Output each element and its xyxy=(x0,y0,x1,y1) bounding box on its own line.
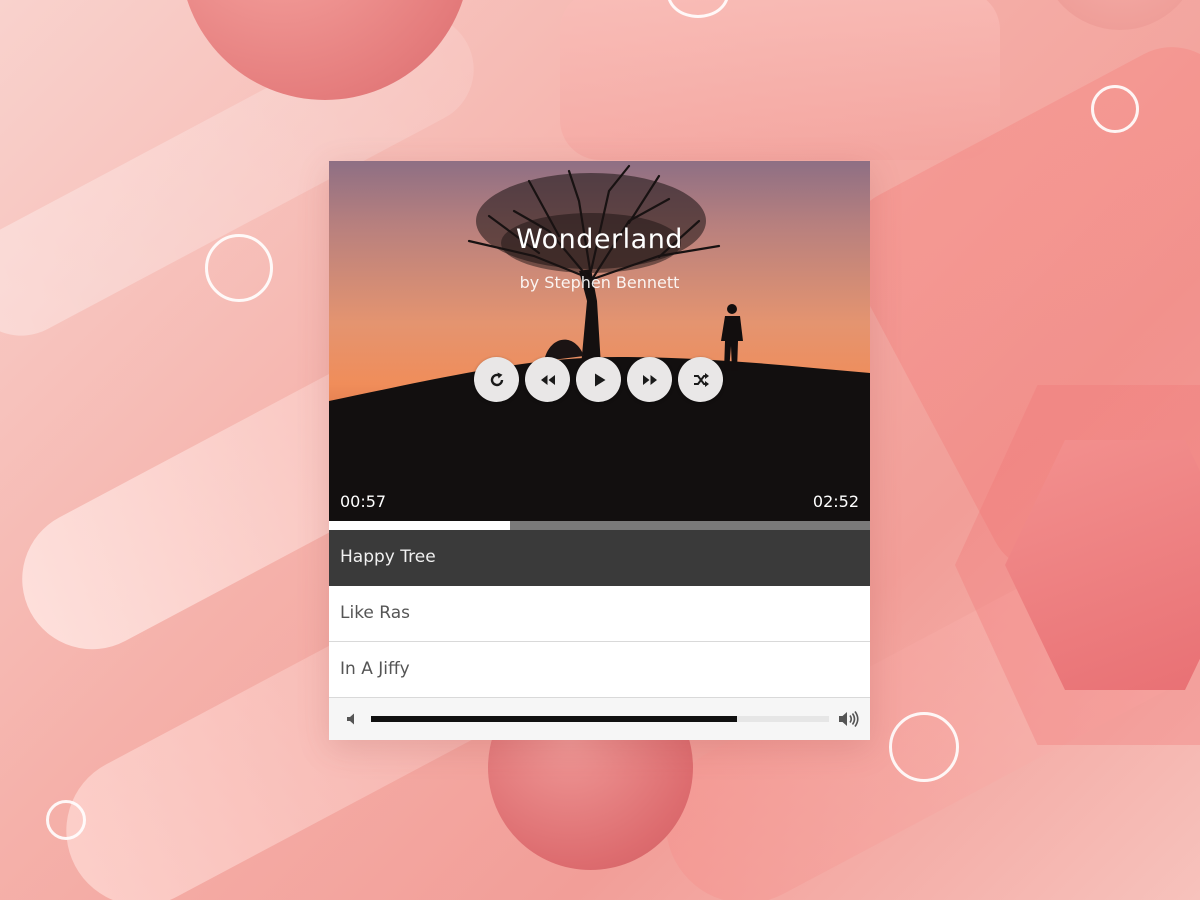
rewind-button[interactable] xyxy=(525,357,570,402)
background-sphere xyxy=(1040,0,1200,30)
total-time: 02:52 xyxy=(812,492,859,511)
progress-bar[interactable] xyxy=(329,521,870,530)
background-ring xyxy=(205,234,273,302)
progress-fill xyxy=(329,521,511,530)
track-title: Wonderland xyxy=(516,224,683,255)
play-icon xyxy=(594,373,605,386)
background-ring xyxy=(46,800,86,840)
album-art: Wonderland by Stephen Bennett 00:57 02:5… xyxy=(329,161,870,521)
fast-forward-button[interactable] xyxy=(627,357,672,402)
music-player: Wonderland by Stephen Bennett 00:57 02:5… xyxy=(329,161,870,740)
playlist-item[interactable]: In A Jiffy xyxy=(329,642,870,698)
playlist-item[interactable]: Happy Tree xyxy=(329,530,870,586)
playback-controls xyxy=(474,357,723,402)
play-button[interactable] xyxy=(576,357,621,402)
volume-low-icon[interactable] xyxy=(340,707,364,731)
background-shape xyxy=(560,0,1000,160)
shuffle-button[interactable] xyxy=(678,357,723,402)
volume-fill xyxy=(371,716,738,722)
volume-bar xyxy=(329,698,870,740)
track-artist: by Stephen Bennett xyxy=(519,273,680,292)
current-time: 00:57 xyxy=(340,492,387,511)
playlist-item[interactable]: Like Ras xyxy=(329,586,870,642)
sunset-tree-illustration xyxy=(329,164,870,521)
shuffle-icon xyxy=(693,372,709,387)
playlist: Happy Tree Like Ras In A Jiffy xyxy=(329,530,870,698)
volume-slider[interactable] xyxy=(371,716,829,722)
background-ring xyxy=(1091,85,1139,133)
volume-high-icon[interactable] xyxy=(837,707,861,731)
fast-forward-icon xyxy=(642,374,657,385)
repeat-button[interactable] xyxy=(474,357,519,402)
background-ring xyxy=(889,712,959,782)
repeat-icon xyxy=(490,372,503,386)
rewind-icon xyxy=(540,374,555,385)
